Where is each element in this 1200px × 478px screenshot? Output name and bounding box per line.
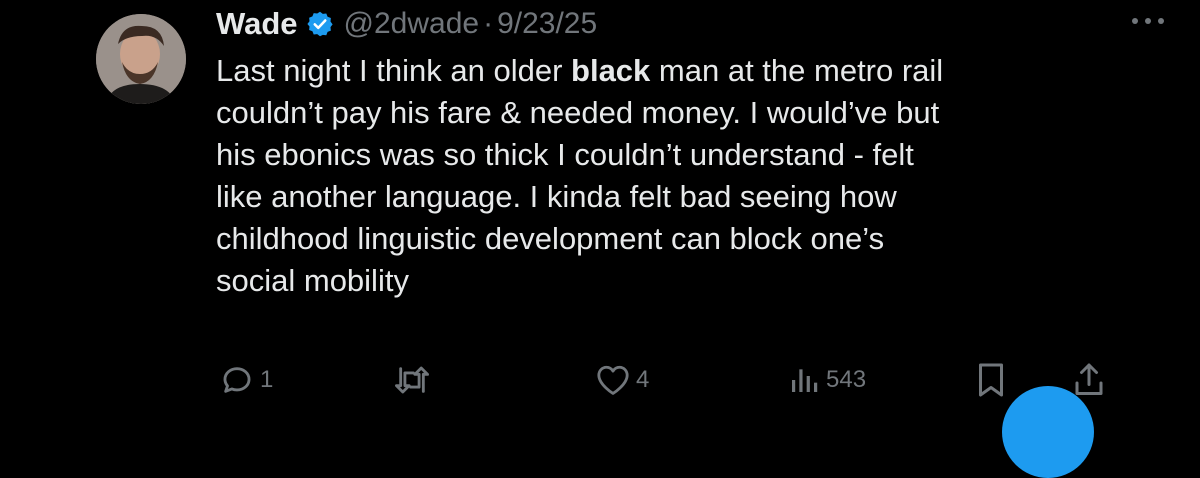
share-button[interactable] [1074, 358, 1104, 402]
tweet-header: Wade @2dwade · 9/23/25 [216, 2, 597, 46]
views-button[interactable]: 543 [788, 358, 866, 402]
tweet-date[interactable]: 9/23/25 [497, 7, 597, 41]
retweet-button[interactable] [392, 358, 432, 402]
views-count: 543 [826, 366, 867, 393]
reply-button[interactable]: 1 [220, 358, 273, 402]
avatar[interactable] [96, 14, 186, 104]
heart-icon [596, 364, 630, 396]
more-options-icon[interactable] [1126, 6, 1170, 36]
bookmark-button[interactable] [976, 358, 1006, 402]
author-handle[interactable]: @2dwade [344, 7, 480, 41]
separator-dot: · [483, 7, 494, 40]
tweet-text: Last night I think an older black man at… [216, 50, 1136, 302]
reply-icon [220, 363, 254, 397]
tweet-text-part-1: Last night I think an older [216, 53, 572, 88]
compose-button[interactable] [1002, 386, 1094, 478]
like-count: 4 [636, 366, 650, 393]
verified-badge-icon [306, 10, 334, 38]
tweet-text-part-2: man at the metro rail couldn’t pay his f… [216, 53, 944, 298]
tweet-text-bold: black [571, 53, 651, 88]
like-button[interactable]: 4 [596, 358, 649, 402]
share-icon [1074, 362, 1104, 398]
retweet-icon [392, 363, 432, 397]
tweet: Wade @2dwade · 9/23/25 Last night I thin… [0, 0, 1200, 478]
views-icon [788, 364, 820, 396]
bookmark-icon [976, 362, 1006, 398]
author-name[interactable]: Wade [216, 6, 298, 42]
action-bar: 1 4 543 [216, 358, 1116, 402]
reply-count: 1 [260, 366, 274, 393]
